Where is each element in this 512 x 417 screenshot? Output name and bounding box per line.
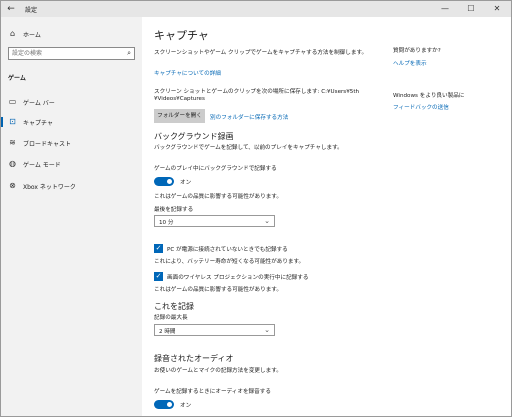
feedback-link[interactable]: フィードバックの送信 bbox=[393, 103, 449, 111]
audio-recording-toggle[interactable] bbox=[154, 400, 174, 409]
capture-icon: ⊡ bbox=[9, 117, 16, 126]
audio-toggle-label: ゲームを記録するときにオーディオを録音する bbox=[154, 389, 271, 395]
sidebar-item-capture[interactable]: ⊡ キャプチャ bbox=[1, 115, 142, 129]
settings-window: ← 設定 — ☐ ✕ ⌂ ホーム ⌕ ゲーム ▭ ゲーム バー ⊡ キャプチャ … bbox=[0, 0, 512, 417]
home-icon: ⌂ bbox=[9, 29, 16, 38]
close-button[interactable]: ✕ bbox=[484, 1, 510, 17]
bg-recording-desc: バックグラウンドでゲームを記録して、以前のプレイをキャプチャします。 bbox=[154, 145, 343, 151]
save-location-text-1: スクリーン ショットとゲームのクリップを次の場所に保存します: C:¥Users… bbox=[154, 89, 360, 95]
max-length-dropdown[interactable]: 2 時間 ⌄ bbox=[154, 324, 275, 336]
improve-heading: Windows をより良い製品に bbox=[393, 93, 465, 99]
section-label-game: ゲーム bbox=[8, 75, 26, 82]
save-location-text-2: ¥Videos¥Captures bbox=[154, 96, 205, 102]
record-last-label: 最後を記録する bbox=[154, 207, 194, 213]
window-title: 設定 bbox=[25, 7, 38, 14]
search-icon: ⌕ bbox=[127, 49, 131, 57]
back-arrow-icon[interactable]: ← bbox=[5, 3, 17, 15]
record-last-value: 10 分 bbox=[159, 220, 174, 226]
sidebar-item-label: ゲーム バー bbox=[23, 100, 55, 107]
main-content: キャプチャ スクリーンショットやゲーム クリップでゲームをキャプチャする方法を制… bbox=[142, 17, 511, 416]
bg-recording-heading: バックグラウンド録画 bbox=[154, 132, 234, 141]
sidebar-item-label: ブロードキャスト bbox=[23, 141, 72, 148]
sidebar-item-home[interactable]: ⌂ ホーム bbox=[1, 27, 142, 41]
bg-impact-note: これはゲームの品質に影響する可能性があります。 bbox=[154, 194, 282, 200]
bg-toggle-label: ゲームのプレイ中にバックグラウンドで記録する bbox=[154, 166, 277, 172]
search-input[interactable] bbox=[12, 48, 117, 59]
intro-text: スクリーンショットやゲーム クリップでゲームをキャプチャする方法を制御します。 bbox=[154, 50, 368, 56]
battery-note: これにより、バッテリー寿命が短くなる可能性があります。 bbox=[154, 259, 305, 265]
search-box[interactable]: ⌕ bbox=[8, 47, 135, 60]
maximize-button[interactable]: ☐ bbox=[458, 1, 484, 17]
open-folder-button[interactable]: フォルダーを開く bbox=[154, 109, 205, 123]
sidebar-item-label: キャプチャ bbox=[23, 120, 53, 127]
wireless-impact-note: これはゲームの品質に影響する可能性があります。 bbox=[154, 287, 282, 293]
plugged-in-label: PC が電源に接続されていないときでも記録する bbox=[167, 247, 288, 253]
sidebar-item-label: ゲーム モード bbox=[23, 162, 61, 169]
bg-toggle-state: オン bbox=[180, 180, 192, 186]
sidebar-item-broadcast[interactable]: ≋ ブロードキャスト bbox=[1, 136, 142, 150]
sidebar-item-label: Xbox ネットワーク bbox=[23, 184, 76, 191]
chevron-down-icon: ⌄ bbox=[264, 217, 270, 225]
bg-recording-toggle[interactable] bbox=[154, 177, 174, 186]
record-this-heading: これを記録 bbox=[154, 302, 194, 311]
record-last-dropdown[interactable]: 10 分 ⌄ bbox=[154, 215, 275, 227]
recorded-audio-heading: 録音されたオーディオ bbox=[154, 354, 234, 363]
chevron-down-icon: ⌄ bbox=[264, 326, 270, 334]
game-mode-icon: ◍ bbox=[9, 159, 16, 168]
plugged-in-checkbox[interactable]: ✓ bbox=[154, 244, 163, 253]
capture-details-link[interactable]: キャプチャについての詳細 bbox=[154, 69, 221, 77]
broadcast-icon: ≋ bbox=[9, 138, 16, 147]
xbox-icon: ⊗ bbox=[9, 181, 16, 190]
max-length-value: 2 時間 bbox=[159, 329, 176, 335]
max-length-label: 記録の最大長 bbox=[154, 315, 188, 321]
game-bar-icon: ▭ bbox=[8, 97, 17, 106]
wireless-projection-label: 画面のワイヤレス プロジェクションの実行中に記録する bbox=[167, 275, 309, 281]
audio-toggle-state: オン bbox=[180, 403, 192, 409]
recorded-audio-desc: お使いのゲームとマイクの記録方法を変更します。 bbox=[154, 368, 282, 374]
page-title: キャプチャ bbox=[154, 29, 209, 42]
title-bar: ← 設定 — ☐ ✕ bbox=[1, 1, 511, 17]
help-link[interactable]: ヘルプを表示 bbox=[393, 59, 427, 67]
sidebar-item-label: ホーム bbox=[23, 32, 41, 39]
wireless-projection-checkbox[interactable]: ✓ bbox=[154, 272, 163, 281]
minimize-button[interactable]: — bbox=[432, 1, 458, 17]
question-heading: 質問がありますか? bbox=[393, 48, 441, 54]
save-other-folder-link[interactable]: 別のフォルダーに保存する方法 bbox=[210, 113, 288, 121]
sidebar-item-game-mode[interactable]: ◍ ゲーム モード bbox=[1, 157, 142, 171]
sidebar-item-game-bar[interactable]: ▭ ゲーム バー bbox=[1, 95, 142, 109]
sidebar-item-xbox-network[interactable]: ⊗ Xbox ネットワーク bbox=[1, 179, 142, 193]
sidebar: ⌂ ホーム ⌕ ゲーム ▭ ゲーム バー ⊡ キャプチャ ≋ ブロードキャスト … bbox=[1, 17, 142, 416]
